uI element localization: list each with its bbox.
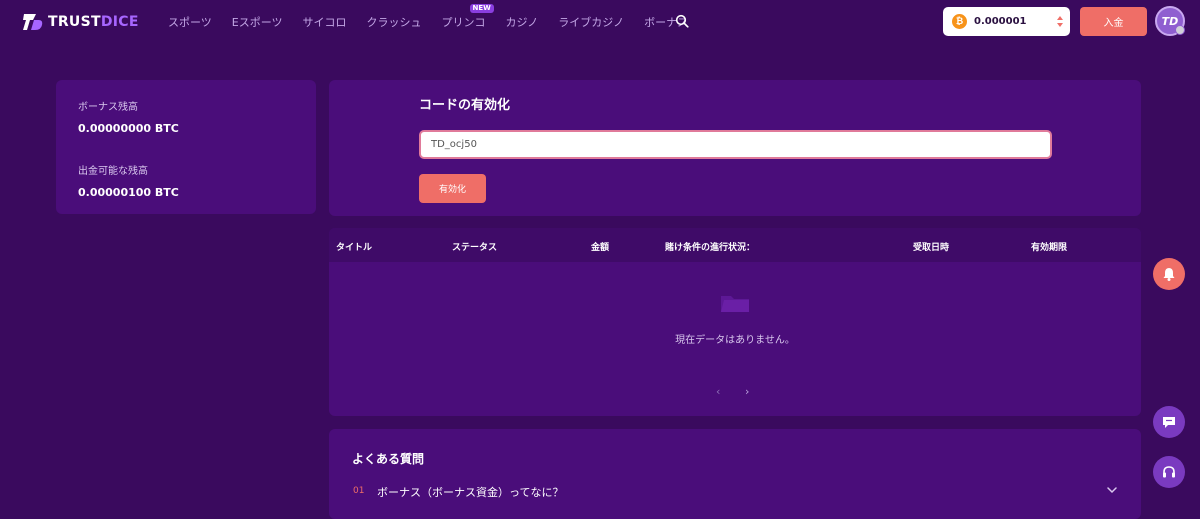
nav-item-casino[interactable]: カジノ	[506, 14, 539, 30]
code-activation-title: コードの有効化	[419, 98, 511, 113]
search-icon[interactable]	[675, 14, 689, 28]
main-nav: スポーツ Eスポーツ サイコロ クラッシュ プリンコ NEW カジノ ライブカジ…	[168, 4, 708, 32]
pagination-next-button[interactable]: ›	[745, 385, 749, 398]
nav-item-plinko-label: プリンコ	[441, 16, 486, 29]
bonus-table: タイトル ステータス 金額 賭け条件の進行状況： 受取日時 有効期限 現在データ…	[329, 228, 1141, 416]
faq-item-number: 01	[353, 486, 365, 496]
support-button[interactable]	[1153, 456, 1185, 488]
chevron-down-icon[interactable]	[1107, 487, 1117, 494]
faq-panel: よくある質問 01 ボーナス（ボーナス資金）ってなに？	[329, 429, 1141, 519]
balance-value: 0.000001	[974, 16, 1027, 27]
new-badge: NEW	[469, 4, 494, 13]
chat-icon	[1163, 417, 1175, 428]
pagination-prev-button[interactable]: ‹	[716, 385, 720, 398]
empty-folder-icon	[721, 296, 749, 312]
balance-selector[interactable]: ₿ 0.000001	[943, 7, 1070, 36]
logo[interactable]: TRUSTDICE	[22, 11, 139, 33]
bell-icon	[1163, 268, 1175, 281]
table-header: タイトル ステータス 金額 賭け条件の進行状況： 受取日時 有効期限	[329, 228, 1141, 262]
nav-item-crash[interactable]: クラッシュ	[367, 14, 422, 30]
column-received-date: 受取日時	[913, 243, 950, 253]
logo-text: TRUSTDICE	[48, 14, 139, 30]
column-amount: 金額	[591, 243, 610, 253]
sort-caret-icon	[1057, 16, 1063, 27]
avatar-status-icon	[1175, 25, 1185, 35]
bonus-balance-label: ボーナス残高	[78, 102, 138, 113]
top-bar: TRUSTDICE スポーツ Eスポーツ サイコロ クラッシュ プリンコ NEW…	[0, 0, 1200, 44]
faq-title: よくある質問	[352, 452, 425, 466]
column-status: ステータス	[452, 243, 498, 253]
deposit-button[interactable]: 入金	[1080, 7, 1147, 36]
logo-icon	[23, 14, 43, 30]
code-activation-panel: コードの有効化 有効化	[329, 80, 1141, 216]
nav-item-live-casino[interactable]: ライブカジノ	[558, 14, 624, 30]
bonus-balance-panel: ボーナス残高 0.00000000 BTC 出金可能な残高 0.00000100…	[56, 80, 316, 214]
nav-item-plinko[interactable]: プリンコ NEW	[441, 4, 494, 30]
bonus-balance-value: 0.00000000 BTC	[78, 122, 179, 135]
notification-button[interactable]	[1153, 258, 1185, 290]
chat-button[interactable]	[1153, 406, 1185, 438]
avatar[interactable]: TD	[1155, 6, 1185, 36]
activate-button[interactable]: 有効化	[419, 174, 486, 203]
column-expiry: 有効期限	[1031, 243, 1068, 253]
nav-item-esports[interactable]: Eスポーツ	[232, 14, 283, 30]
headset-icon	[1163, 466, 1175, 478]
withdrawable-balance-label: 出金可能な残高	[78, 166, 148, 177]
faq-item-question[interactable]: ボーナス（ボーナス資金）ってなに？	[377, 484, 563, 500]
nav-item-dice[interactable]: サイコロ	[303, 14, 347, 30]
withdrawable-balance-value: 0.00000100 BTC	[78, 186, 179, 199]
nav-item-sports[interactable]: スポーツ	[168, 14, 212, 30]
empty-state-text: 現在データはありません。	[675, 335, 795, 346]
column-wager-progress: 賭け条件の進行状況：	[665, 243, 756, 253]
code-input[interactable]	[419, 130, 1052, 159]
bitcoin-icon: ₿	[952, 14, 967, 29]
column-title: タイトル	[336, 243, 373, 253]
